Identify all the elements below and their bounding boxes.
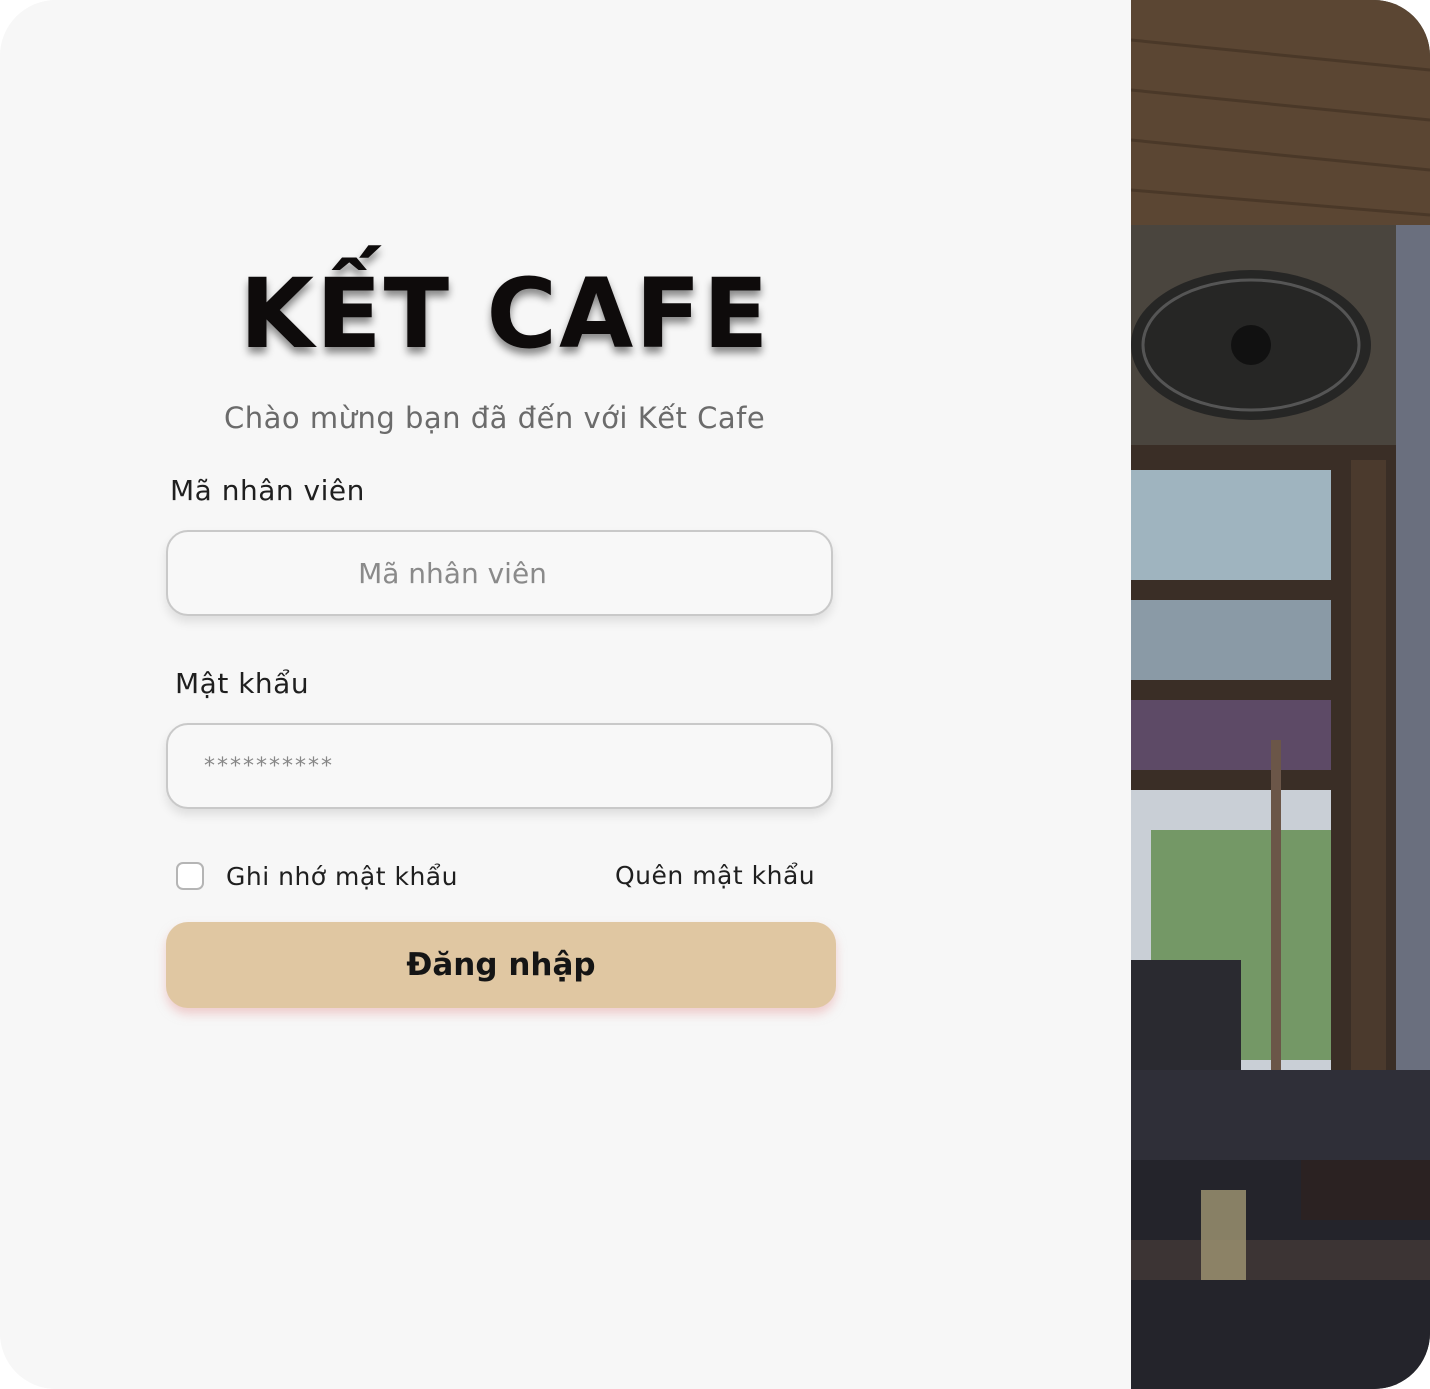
employee-id-input[interactable] <box>168 532 831 614</box>
password-field-wrapper <box>166 723 833 809</box>
password-label: Mật khẩu <box>175 667 310 700</box>
employee-id-field-wrapper <box>166 530 833 616</box>
welcome-subtitle: Chào mừng bạn đã đến với Kết Cafe <box>224 401 766 435</box>
forgot-password-link[interactable]: Quên mật khẩu <box>615 861 815 890</box>
brand-title: KẾT CAFE <box>239 258 771 370</box>
login-window: KẾT CAFE Chào mừng bạn đã đến với Kết Ca… <box>0 0 1430 1389</box>
remember-label: Ghi nhớ mật khẩu <box>226 861 458 891</box>
login-button[interactable]: Đăng nhập <box>166 922 836 1008</box>
remember-password-row[interactable]: Ghi nhớ mật khẩu <box>176 860 458 892</box>
login-panel: KẾT CAFE Chào mừng bạn đã đến với Kết Ca… <box>0 0 1131 1389</box>
employee-id-label: Mã nhân viên <box>170 474 365 507</box>
password-input[interactable] <box>168 725 831 807</box>
cafe-interior-photo <box>1131 0 1430 1389</box>
remember-checkbox[interactable] <box>176 862 204 890</box>
